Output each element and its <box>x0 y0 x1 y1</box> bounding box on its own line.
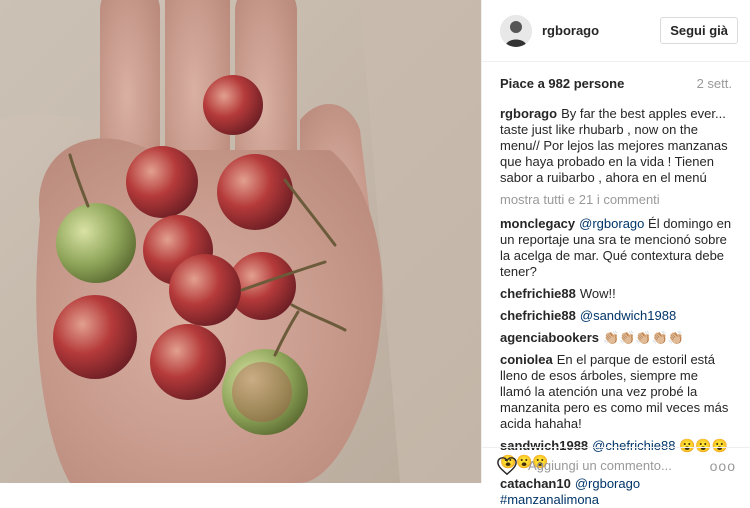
likes-row: Piace a 982 persone 2 sett. <box>482 62 750 102</box>
comment-text: 👏🏼👏🏼👏🏼👏🏼👏🏼 <box>603 330 684 345</box>
likes-count[interactable]: Piace a 982 persone <box>500 76 624 102</box>
caption: rgborago By far the best apples ever... t… <box>500 106 732 186</box>
comment-username[interactable]: monclegacy <box>500 216 575 231</box>
post-timestamp[interactable]: 2 sett. <box>697 76 732 102</box>
comment-text: Wow!! <box>579 286 616 301</box>
list-item: chefrichie88 Wow!! <box>500 286 732 302</box>
caption-username[interactable]: rgborago <box>500 106 557 121</box>
apples-in-hand-image <box>0 0 481 483</box>
list-item: agenciabookers 👏🏼👏🏼👏🏼👏🏼👏🏼 <box>500 330 732 346</box>
list-item: chefrichie88 @sandwich1988 <box>500 308 732 324</box>
comment-hashtag[interactable]: #manzanalimona <box>500 492 599 507</box>
list-item: coniolea En el parque de estoril está lle… <box>500 352 732 432</box>
comment-username[interactable]: coniolea <box>500 352 553 367</box>
add-comment-input[interactable]: Aggiungi un commento... <box>528 458 710 473</box>
post-view: rgborago Segui già Piace a 982 persone 2… <box>0 0 750 507</box>
comment-mention[interactable]: @rgborago <box>579 216 644 231</box>
comment-username[interactable]: chefrichie88 <box>500 308 576 323</box>
avatar[interactable] <box>500 14 532 47</box>
user-silhouette-icon <box>500 14 532 47</box>
heart-icon[interactable] <box>496 456 518 476</box>
comment-mention[interactable]: @sandwich1988 <box>580 308 676 323</box>
more-options-icon[interactable]: ooo <box>710 458 736 474</box>
comment-username[interactable]: chefrichie88 <box>500 286 576 301</box>
comment-username[interactable]: agenciabookers <box>500 330 599 345</box>
comment-bar: Aggiungi un commento... ooo <box>482 447 750 483</box>
show-all-comments-link[interactable]: mostra tutti e 21 i commenti <box>500 192 732 208</box>
post-photo[interactable] <box>0 0 481 483</box>
follow-button[interactable]: Segui già <box>660 17 738 44</box>
username[interactable]: rgborago <box>542 23 660 38</box>
post-header: rgborago Segui già <box>482 0 750 62</box>
list-item: monclegacy @rgborago Él domingo en un rep… <box>500 216 732 280</box>
post-sidebar: rgborago Segui già Piace a 982 persone 2… <box>481 0 750 507</box>
